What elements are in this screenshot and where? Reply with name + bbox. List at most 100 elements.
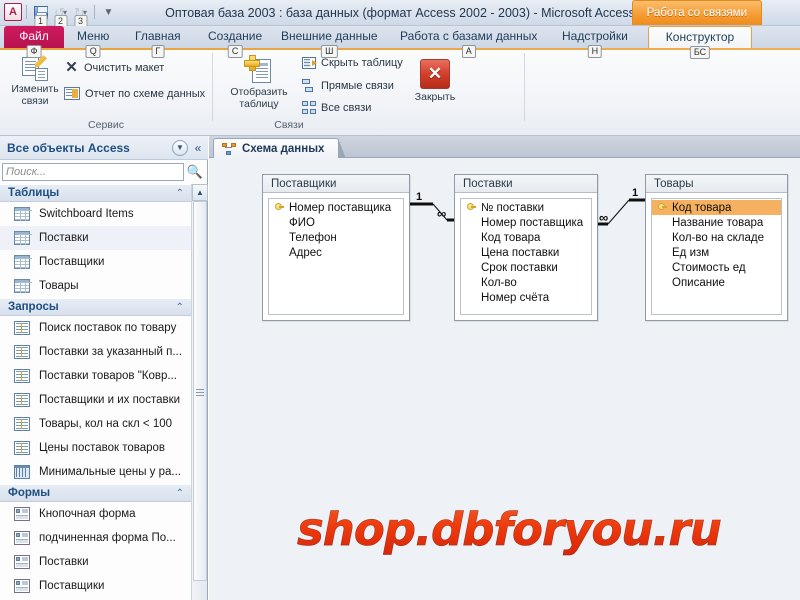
diagram-field-label: Кол-во на складе [672,231,765,244]
nav-item-label: подчиненная форма По... [39,532,176,544]
tab-addins-keytip: Н [587,45,603,58]
chevron-down-icon[interactable]: ▼ [172,139,188,156]
nav-item-form-4[interactable]: Поставщики [0,574,192,598]
undo-button[interactable]: ↺ ▾ 2 [51,3,70,28]
diagram-field[interactable]: Цена поставки [461,245,591,260]
nav-item-switchboard-items[interactable]: Switchboard Items [0,202,192,226]
diagram-field[interactable]: Описание [652,275,781,290]
direct-relationships-button[interactable]: Прямые связи [302,79,394,92]
tab-database-tools[interactable]: Работа с базами данных А [391,26,546,58]
navigation-pane-header[interactable]: Все объекты Access ▼ « [0,136,208,160]
diagram-field[interactable]: Ед изм [652,245,781,260]
nav-item-label: Цены поставок товаров [39,442,166,454]
relationship-1-many-label: ∞ [437,206,446,221]
chevron-up-icon[interactable]: ⌃ [176,188,184,199]
tab-external-data[interactable]: Внешние данные Ш [272,26,387,58]
diagram-field[interactable]: Номер поставщика [461,215,591,230]
chevron-up-icon[interactable]: ⌃ [176,488,184,499]
show-table-button[interactable]: Отобразить таблицу [222,55,296,110]
search-icon[interactable]: 🔍 [184,164,206,180]
search-input[interactable]: Поиск... [2,163,184,181]
diagram-field[interactable]: Номер поставщика [269,200,403,215]
tab-design[interactable]: Конструктор БС [648,26,752,59]
relationship-report-button[interactable]: Отчет по схеме данных [64,87,205,100]
diagram-field[interactable]: Кол-во [461,275,591,290]
tab-menu-keytip: Q [85,45,101,58]
diagram-field[interactable]: Код товара [461,230,591,245]
nav-group-header-forms[interactable]: Формы ⌃ [0,484,192,502]
qat-separator-2 [94,5,95,19]
nav-item-postavshiki-table[interactable]: Поставщики [0,250,192,274]
diagram-field[interactable]: № поставки [461,200,591,215]
nav-item-query-3[interactable]: Поставки товаров "Ковр... [0,364,192,388]
edit-relationships-label-line2: связи [21,94,49,107]
redo-button[interactable]: ↻ ▾ 3 [71,3,90,28]
nav-item-label: Поставки за указанный п... [39,346,182,358]
diagram-field[interactable]: Название товара [652,215,781,230]
diagram-field-label: ФИО [289,216,315,229]
tab-file-label: Файл [19,29,49,43]
edit-relationships-button[interactable]: Изменить связи [2,55,68,107]
show-table-label-line1: Отобразить [230,86,288,98]
nav-group-header-queries[interactable]: Запросы ⌃ [0,298,192,316]
save-button[interactable]: 1 [31,3,50,28]
diagram-field[interactable]: Стоимость ед [652,260,781,275]
tab-menu[interactable]: Меню Q [68,26,118,58]
diagram-field[interactable]: ФИО [269,215,403,230]
tab-create[interactable]: Создание С [199,26,271,58]
hide-table-button[interactable]: Скрыть таблицу [302,57,403,69]
chevron-up-icon[interactable]: ⌃ [176,302,184,313]
scroll-up-icon[interactable]: ▲ [192,184,208,201]
all-relationships-icon [302,101,316,114]
diagram-field[interactable]: Адрес [269,245,403,260]
diagram-field[interactable]: Срок поставки [461,260,591,275]
direct-relationships-icon [302,79,316,92]
close-relationships-button[interactable]: ✕ Закрыть [404,59,466,104]
tab-home[interactable]: Главная Г [126,26,190,58]
nav-item-query-6[interactable]: Цены поставок товаров [0,436,192,460]
clear-layout-label: Очистить макет [84,61,165,74]
diagram-field-label: Номер поставщика [289,201,392,214]
navigation-pane-scrollbar[interactable]: ▲ [191,184,208,600]
nav-item-postavki-table[interactable]: Поставки [0,226,192,250]
search-row: Поиск... 🔍 [0,161,208,183]
primary-key-icon [467,202,481,214]
nav-item-query-7[interactable]: Минимальные цены у ра... [0,460,192,484]
all-relationships-button[interactable]: Все связи [302,101,371,114]
nav-item-form-1[interactable]: Кнопочная форма [0,502,192,526]
tab-external-data-keytip: Ш [321,45,338,58]
nav-item-query-5[interactable]: Товары, кол на скл < 100 [0,412,192,436]
nav-item-tovary-table[interactable]: Товары [0,274,192,298]
form-icon [14,579,30,593]
diagram-field[interactable]: Номер счёта [461,290,591,305]
diagram-table-postavki[interactable]: Поставки № поставки Номер поставщика Код… [454,174,598,321]
customize-qat-button[interactable]: ▼ [99,3,118,22]
clear-layout-button[interactable]: ✕ Очистить макет [64,60,164,75]
nav-item-query-1[interactable]: Поиск поставок по товару [0,316,192,340]
tab-file[interactable]: Файл Ф [4,26,64,58]
nav-group-header-tables[interactable]: Таблицы ⌃ [0,184,192,202]
diagram-table-postavshiki[interactable]: Поставщики Номер поставщика ФИО Телефон … [262,174,410,321]
nav-item-form-3[interactable]: Поставки [0,550,192,574]
nav-group-forms-label: Формы [8,487,51,499]
diagram-field[interactable]: Кол-во на складе [652,230,781,245]
diagram-field-selected[interactable]: Код товара [652,200,781,215]
nav-item-query-2[interactable]: Поставки за указанный п... [0,340,192,364]
tab-database-tools-keytip: А [461,45,476,58]
form-icon [14,531,30,545]
diagram-field[interactable]: Телефон [269,230,403,245]
nav-group-queries-label: Запросы [8,301,59,313]
nav-item-query-4[interactable]: Поставщики и их поставки [0,388,192,412]
quick-access-toolbar: A 1 ↺ ▾ 2 ↻ ▾ 3 ▼ [4,1,118,28]
ribbon-tab-strip: Файл Ф Меню Q Главная Г Создание С Внешн… [0,26,800,59]
nav-item-form-2[interactable]: подчиненная форма По... [0,526,192,550]
diagram-field-label: Ед изм [672,246,710,259]
collapse-pane-icon[interactable]: « [188,141,208,155]
access-logo-icon[interactable]: A [4,3,22,21]
document-tab-relationships[interactable]: Схема данных [213,138,347,159]
ribbon: Изменить связи ✕ Очистить макет Отчет по… [0,48,800,136]
crosstab-query-icon [14,465,30,479]
diagram-table-tovary[interactable]: Товары Код товара Название товара Кол-во… [645,174,788,321]
tab-addins[interactable]: Надстройки Н [553,26,637,58]
relationship-2-one-label: 1 [632,187,639,199]
